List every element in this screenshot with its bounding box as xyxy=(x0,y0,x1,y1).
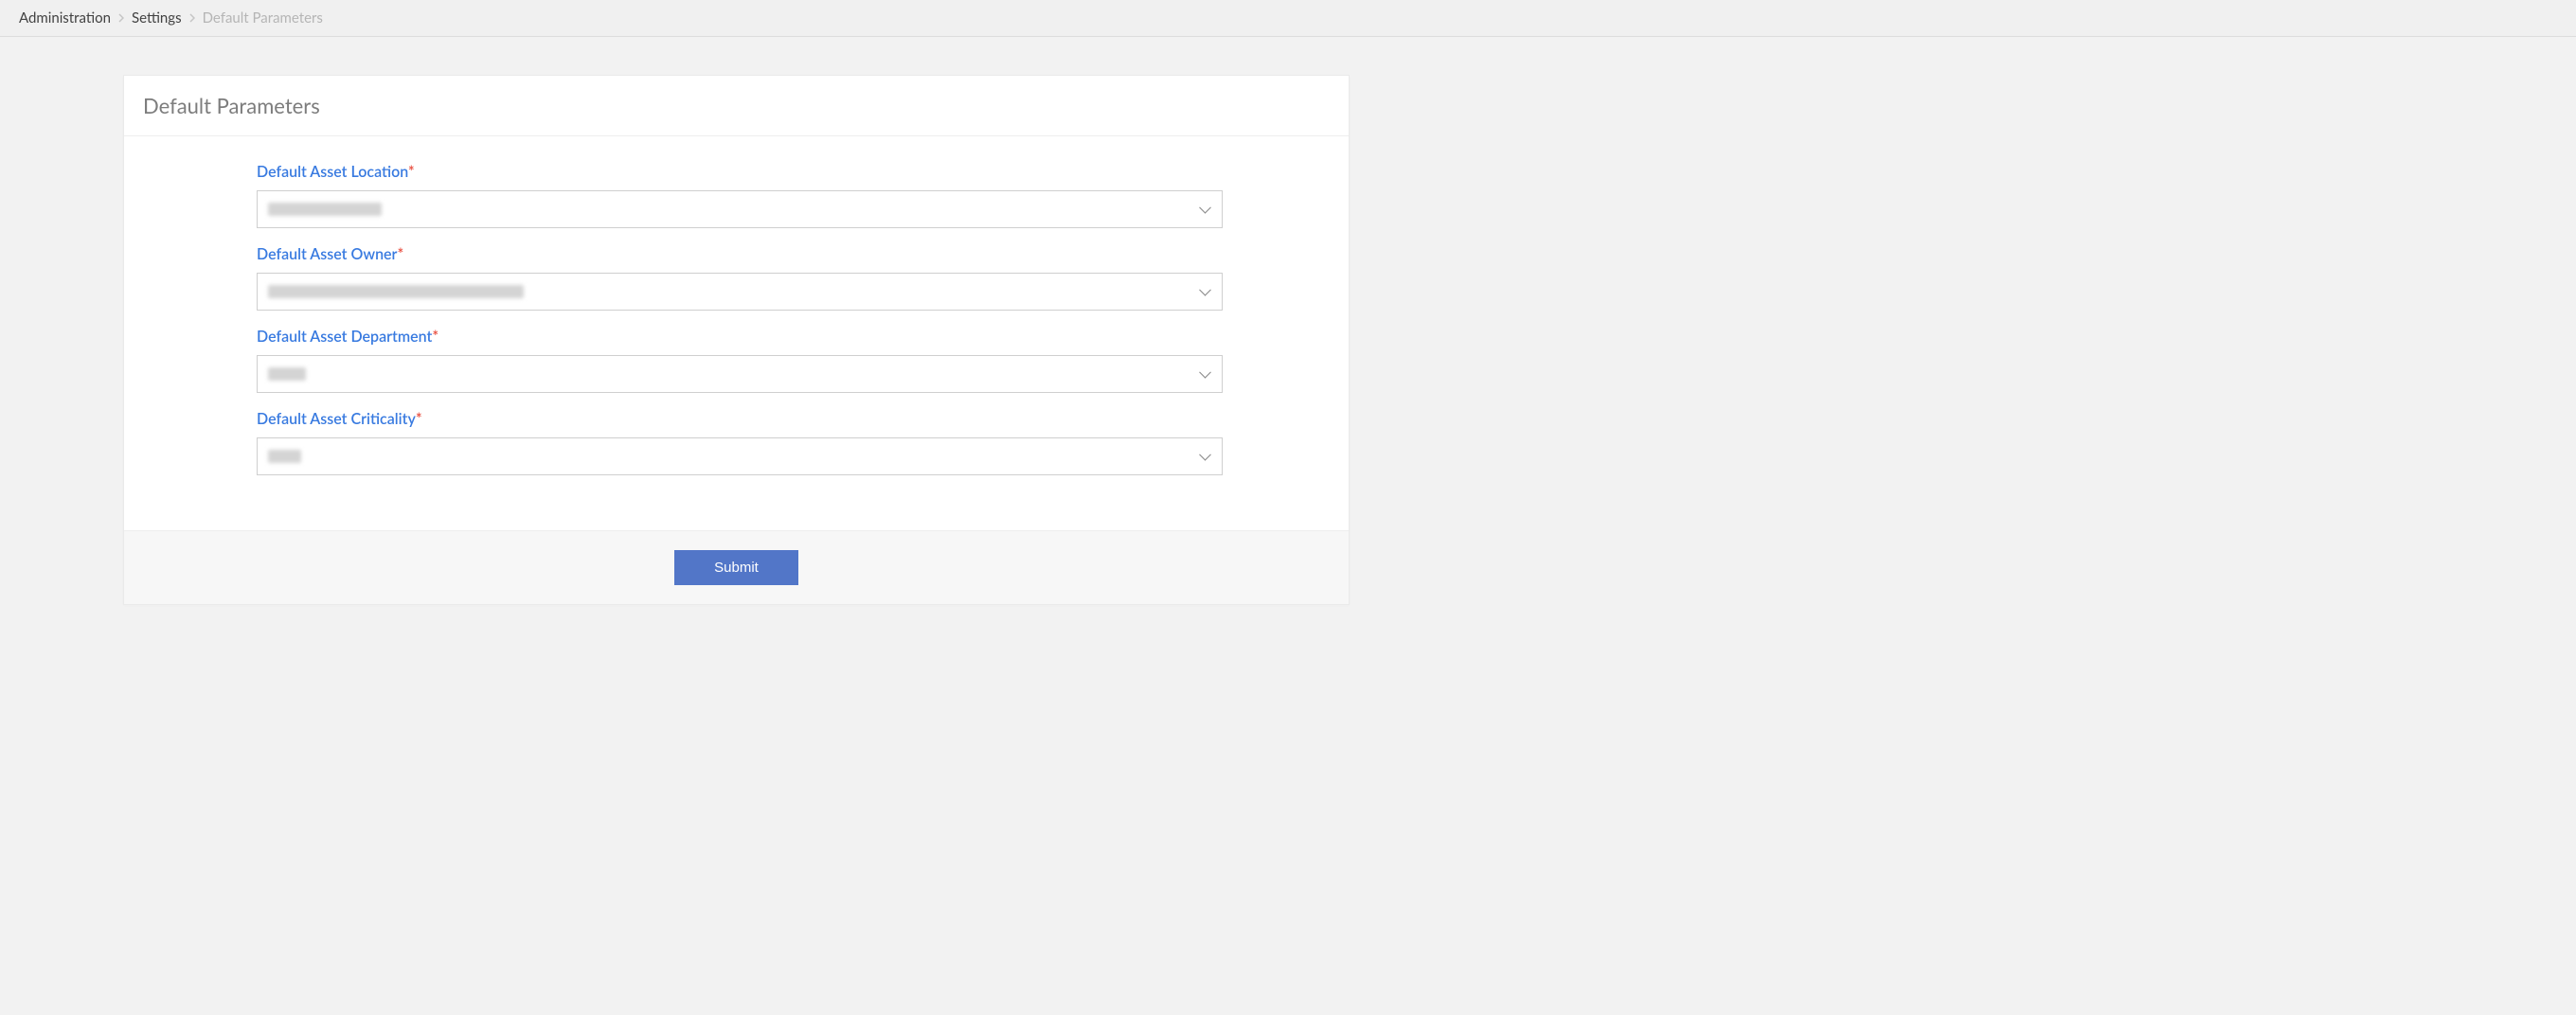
breadcrumb: Administration Settings Default Paramete… xyxy=(0,0,2576,37)
select-default-asset-location[interactable] xyxy=(257,190,1223,228)
label-default-asset-department: Default Asset Department* xyxy=(257,328,1223,346)
select-default-asset-owner[interactable] xyxy=(257,273,1223,311)
label-default-asset-location: Default Asset Location* xyxy=(257,163,1223,181)
breadcrumb-item-current: Default Parameters xyxy=(203,9,323,27)
select-default-asset-criticality-wrap xyxy=(257,437,1223,475)
breadcrumb-item-settings[interactable]: Settings xyxy=(132,9,182,27)
select-default-asset-location-wrap xyxy=(257,190,1223,228)
page-title: Default Parameters xyxy=(143,93,1330,118)
chevron-right-icon xyxy=(189,13,195,23)
chevron-right-icon xyxy=(118,13,124,23)
select-default-asset-department[interactable] xyxy=(257,355,1223,393)
select-default-asset-department-wrap xyxy=(257,355,1223,393)
breadcrumb-item-administration[interactable]: Administration xyxy=(19,9,111,27)
label-default-asset-owner: Default Asset Owner* xyxy=(257,245,1223,263)
label-default-asset-criticality: Default Asset Criticality* xyxy=(257,410,1223,428)
select-default-asset-owner-wrap xyxy=(257,273,1223,311)
select-default-asset-criticality[interactable] xyxy=(257,437,1223,475)
submit-button[interactable]: Submit xyxy=(674,550,798,585)
default-parameters-panel: Default Parameters Default Asset Locatio… xyxy=(123,75,1350,605)
